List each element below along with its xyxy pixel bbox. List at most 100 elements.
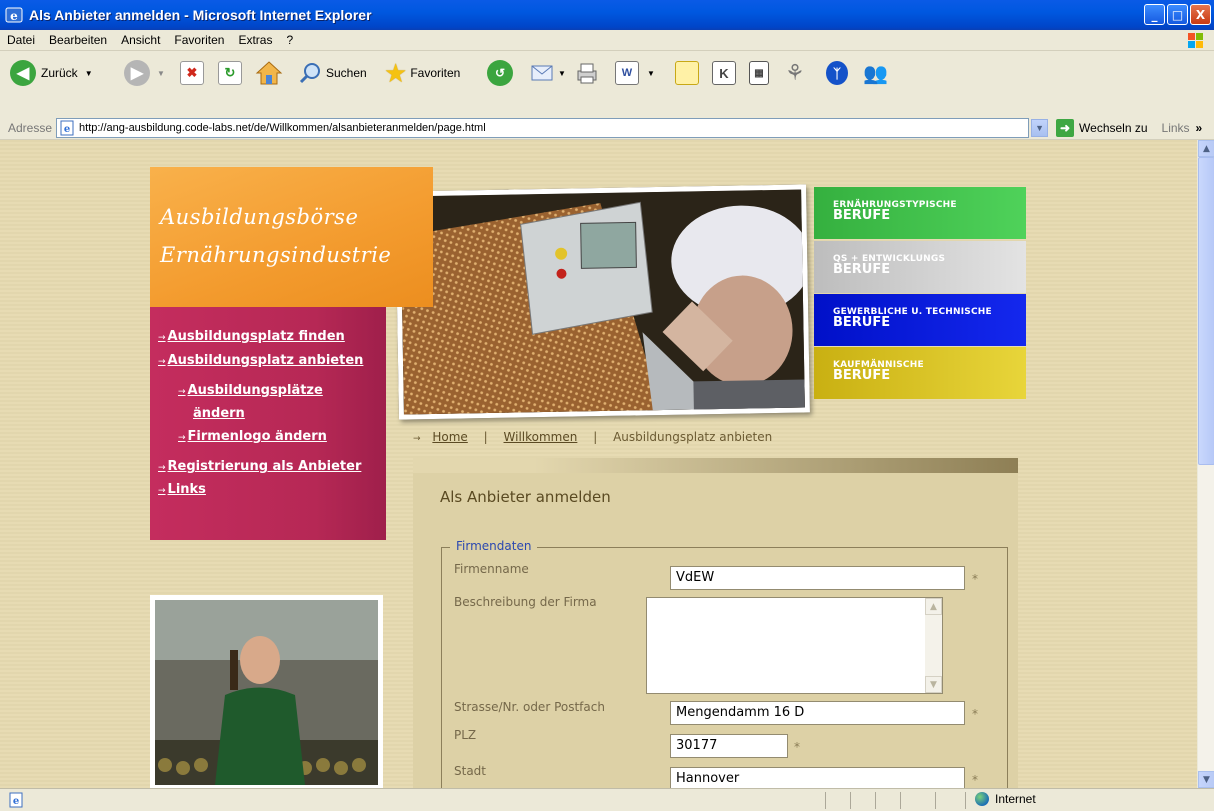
svg-text:e: e <box>10 9 18 23</box>
contacts-button[interactable]: 👥 <box>863 58 888 88</box>
nav-firmenlogo-aendern[interactable]: → Firmenlogo ändern <box>178 429 327 444</box>
chevron-right-double-icon[interactable]: » <box>1196 121 1203 135</box>
refresh-button[interactable]: ↻ <box>218 58 242 88</box>
chevron-down-icon[interactable]: ▼ <box>925 676 942 693</box>
stadt-label: Stadt <box>454 764 486 778</box>
page-viewport: Ausbildungsbörse Ernährungsindustrie → Au… <box>0 140 1197 788</box>
nav-ausbildungsplaetze-aendern[interactable]: → Ausbildungsplätze <box>178 383 323 398</box>
bluetooth-button[interactable]: ᛉ <box>826 58 848 88</box>
textarea-scrollbar[interactable]: ▲ ▼ <box>925 598 942 693</box>
category-ernaehrungstypische-berufe[interactable]: ERNÄHRUNGSTYPISCHE BERUFE <box>814 187 1026 239</box>
firmenname-input[interactable]: VdEW <box>670 566 965 590</box>
word-edit-icon: W <box>615 61 639 85</box>
k-logo-icon: K <box>712 61 736 85</box>
bottling-plant-photo <box>155 600 378 785</box>
menu-bearbeiten[interactable]: Bearbeiten <box>42 33 114 47</box>
firmenname-label: Firmenname <box>454 562 529 576</box>
nav-label: Ausbildungsplätze <box>187 383 323 398</box>
mail-button[interactable]: ▼ <box>530 58 566 88</box>
links-toolbar-label[interactable]: Links <box>1162 121 1190 135</box>
menu-ansicht[interactable]: Ansicht <box>114 33 167 47</box>
dropdown-arrow-icon: ▼ <box>84 68 93 78</box>
note-button[interactable] <box>675 58 699 88</box>
security-zone[interactable]: Internet <box>975 792 1036 806</box>
klicktel-button[interactable]: K <box>712 58 736 88</box>
favorites-star-icon: ★ <box>384 57 408 88</box>
print-button[interactable] <box>574 58 600 88</box>
minimize-button[interactable]: _ <box>1144 4 1165 25</box>
breadcrumb-arrow-icon: → <box>413 434 421 444</box>
refresh-icon: ↻ <box>218 61 242 85</box>
nav-ausbildungsplaetze-aendern-line2[interactable]: ändern <box>193 406 245 421</box>
breadcrumb: → Home | Willkommen | Ausbildungsplatz a… <box>413 430 772 444</box>
stop-button[interactable]: ✖ <box>180 58 204 88</box>
factory-photo <box>400 189 810 420</box>
category-title: BERUFE <box>833 262 891 277</box>
category-title: BERUFE <box>833 208 891 223</box>
scroll-up-button[interactable]: ▲ <box>1198 140 1214 157</box>
nav-arrow-icon: → <box>158 463 166 473</box>
search-button[interactable]: Suchen <box>298 58 367 88</box>
required-marker: * <box>972 707 978 721</box>
menu-favoriten[interactable]: Favoriten <box>167 33 231 47</box>
category-kaufmaennische-berufe[interactable]: KAUFMÄNNISCHE BERUFE <box>814 347 1026 399</box>
address-input[interactable]: e http://ang-ausbildung.code-labs.net/de… <box>56 117 1030 138</box>
category-qs-entwicklungs-berufe[interactable]: QS + ENTWICKLUNGS BERUFE <box>814 241 1026 293</box>
category-gewerbliche-technische-berufe[interactable]: GEWERBLICHE U. TECHNISCHE BERUFE <box>814 294 1026 346</box>
vertical-scrollbar[interactable]: ▲ ▼ <box>1197 140 1214 788</box>
nav-links[interactable]: → Links <box>158 482 206 497</box>
printer-icon <box>577 63 597 84</box>
status-divider <box>850 792 851 809</box>
status-divider <box>825 792 826 809</box>
zone-label: Internet <box>995 792 1036 806</box>
logo-line-2: Ernährungsindustrie <box>160 243 392 267</box>
butterfly-icon: ⚘ <box>785 60 805 85</box>
favorites-button[interactable]: ★ Favoriten <box>384 58 460 88</box>
nav-label: Registrierung als Anbieter <box>167 459 362 474</box>
menu-help[interactable]: ? <box>279 33 300 47</box>
maximize-button[interactable]: □ <box>1167 4 1188 25</box>
strasse-input[interactable]: Mengendamm 16 D <box>670 701 965 725</box>
history-button[interactable]: ↺ <box>487 58 513 88</box>
breadcrumb-separator: | <box>483 430 488 444</box>
hero-image <box>395 184 810 420</box>
chevron-up-icon: ▲ <box>1203 143 1210 154</box>
chevron-up-icon[interactable]: ▲ <box>925 598 942 615</box>
globe-icon <box>975 792 989 806</box>
messenger-button[interactable]: ⚘ <box>785 58 805 88</box>
home-button[interactable] <box>255 58 283 88</box>
back-arrow-icon: ◀ <box>10 60 36 86</box>
scroll-thumb[interactable] <box>1198 157 1214 465</box>
back-button[interactable]: ◀ Zurück ▼ <box>10 58 93 88</box>
svg-text:e: e <box>13 796 19 807</box>
nav-arrow-icon: → <box>158 357 166 367</box>
plz-input[interactable]: 30177 <box>670 734 788 758</box>
menu-datei[interactable]: Datei <box>0 33 42 47</box>
close-button[interactable]: X <box>1190 4 1211 25</box>
go-button[interactable]: Wechseln zu <box>1079 121 1147 135</box>
category-title: BERUFE <box>833 315 891 330</box>
stop-icon: ✖ <box>180 61 204 85</box>
main-navigation: → Ausbildungsplatz finden → Ausbildungspla… <box>150 307 386 540</box>
chevron-down-icon: ▼ <box>1035 122 1044 133</box>
go-arrow-icon[interactable]: ➜ <box>1056 118 1075 137</box>
worker-photo <box>150 595 383 788</box>
breadcrumb-willkommen[interactable]: Willkommen <box>504 430 578 444</box>
menu-extras[interactable]: Extras <box>231 33 279 47</box>
nav-arrow-icon: → <box>158 486 166 496</box>
site-logo[interactable]: Ausbildungsbörse Ernährungsindustrie <box>150 167 433 307</box>
window-title: Als Anbieter anmelden - Microsoft Intern… <box>29 7 372 23</box>
calculator-button[interactable]: ▦ <box>749 58 769 88</box>
nav-registrierung-als-anbieter[interactable]: → Registrierung als Anbieter <box>158 459 361 474</box>
nav-arrow-icon: → <box>158 333 166 343</box>
scroll-down-button[interactable]: ▼ <box>1198 771 1214 788</box>
beschreibung-textarea[interactable]: ▲ ▼ <box>646 597 943 694</box>
nav-ausbildungsplatz-anbieten[interactable]: → Ausbildungsplatz anbieten <box>158 353 363 368</box>
breadcrumb-home[interactable]: Home <box>432 430 467 444</box>
address-dropdown-button[interactable]: ▼ <box>1031 118 1049 137</box>
edit-button[interactable]: W ▼ <box>615 58 655 88</box>
page-status-icon: e <box>9 792 23 808</box>
nav-ausbildungsplatz-finden[interactable]: → Ausbildungsplatz finden <box>158 329 345 344</box>
forward-button[interactable]: ▶ ▼ <box>124 58 165 88</box>
stadt-input[interactable]: Hannover <box>670 767 965 788</box>
